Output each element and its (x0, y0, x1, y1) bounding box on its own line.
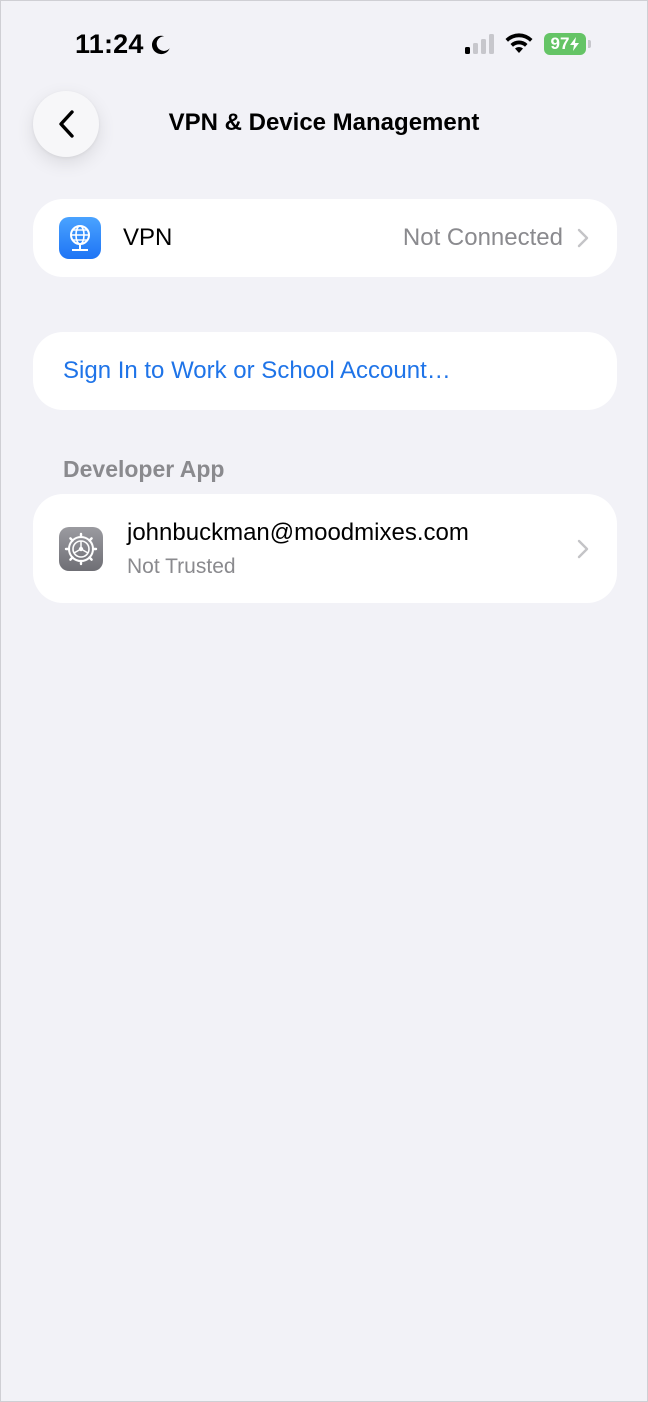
bolt-icon (570, 37, 580, 51)
chevron-right-icon (577, 228, 589, 248)
developer-app-row[interactable]: johnbuckman@moodmixes.com Not Trusted (33, 494, 617, 603)
vpn-globe-icon (59, 217, 101, 259)
status-time-text: 11:24 (75, 29, 144, 59)
wifi-icon (505, 33, 533, 53)
vpn-status: Not Connected (402, 224, 563, 251)
screen: 11:24 97 VPN & Device Management VPN Not… (0, 0, 648, 1402)
chevron-right-icon (577, 539, 589, 558)
page-title: VPN & Device Management (168, 109, 480, 136)
battery-indicator: 97 (544, 33, 591, 55)
status-time: 11:24 (75, 29, 172, 60)
sign-in-account-row[interactable]: Sign In to Work or School Account… (33, 332, 617, 410)
settings-gear-icon (59, 526, 103, 571)
section-header-developer-app: Developer App (63, 456, 225, 482)
vpn-row[interactable]: VPN Not Connected (33, 199, 617, 277)
cellular-signal-icon (465, 34, 494, 54)
developer-email: johnbuckman@moodmixes.com (127, 518, 469, 546)
battery-level: 97 (550, 34, 570, 53)
moon-icon (151, 35, 170, 54)
sign-in-account-link[interactable]: Sign In to Work or School Account… (33, 332, 617, 410)
vpn-label: VPN (123, 224, 173, 251)
developer-trust-status: Not Trusted (127, 554, 236, 578)
status-icons: 97 (465, 33, 591, 55)
battery-charging-icon: 97 (544, 33, 586, 55)
developer-app-text: johnbuckman@moodmixes.com Not Trusted (127, 519, 469, 579)
